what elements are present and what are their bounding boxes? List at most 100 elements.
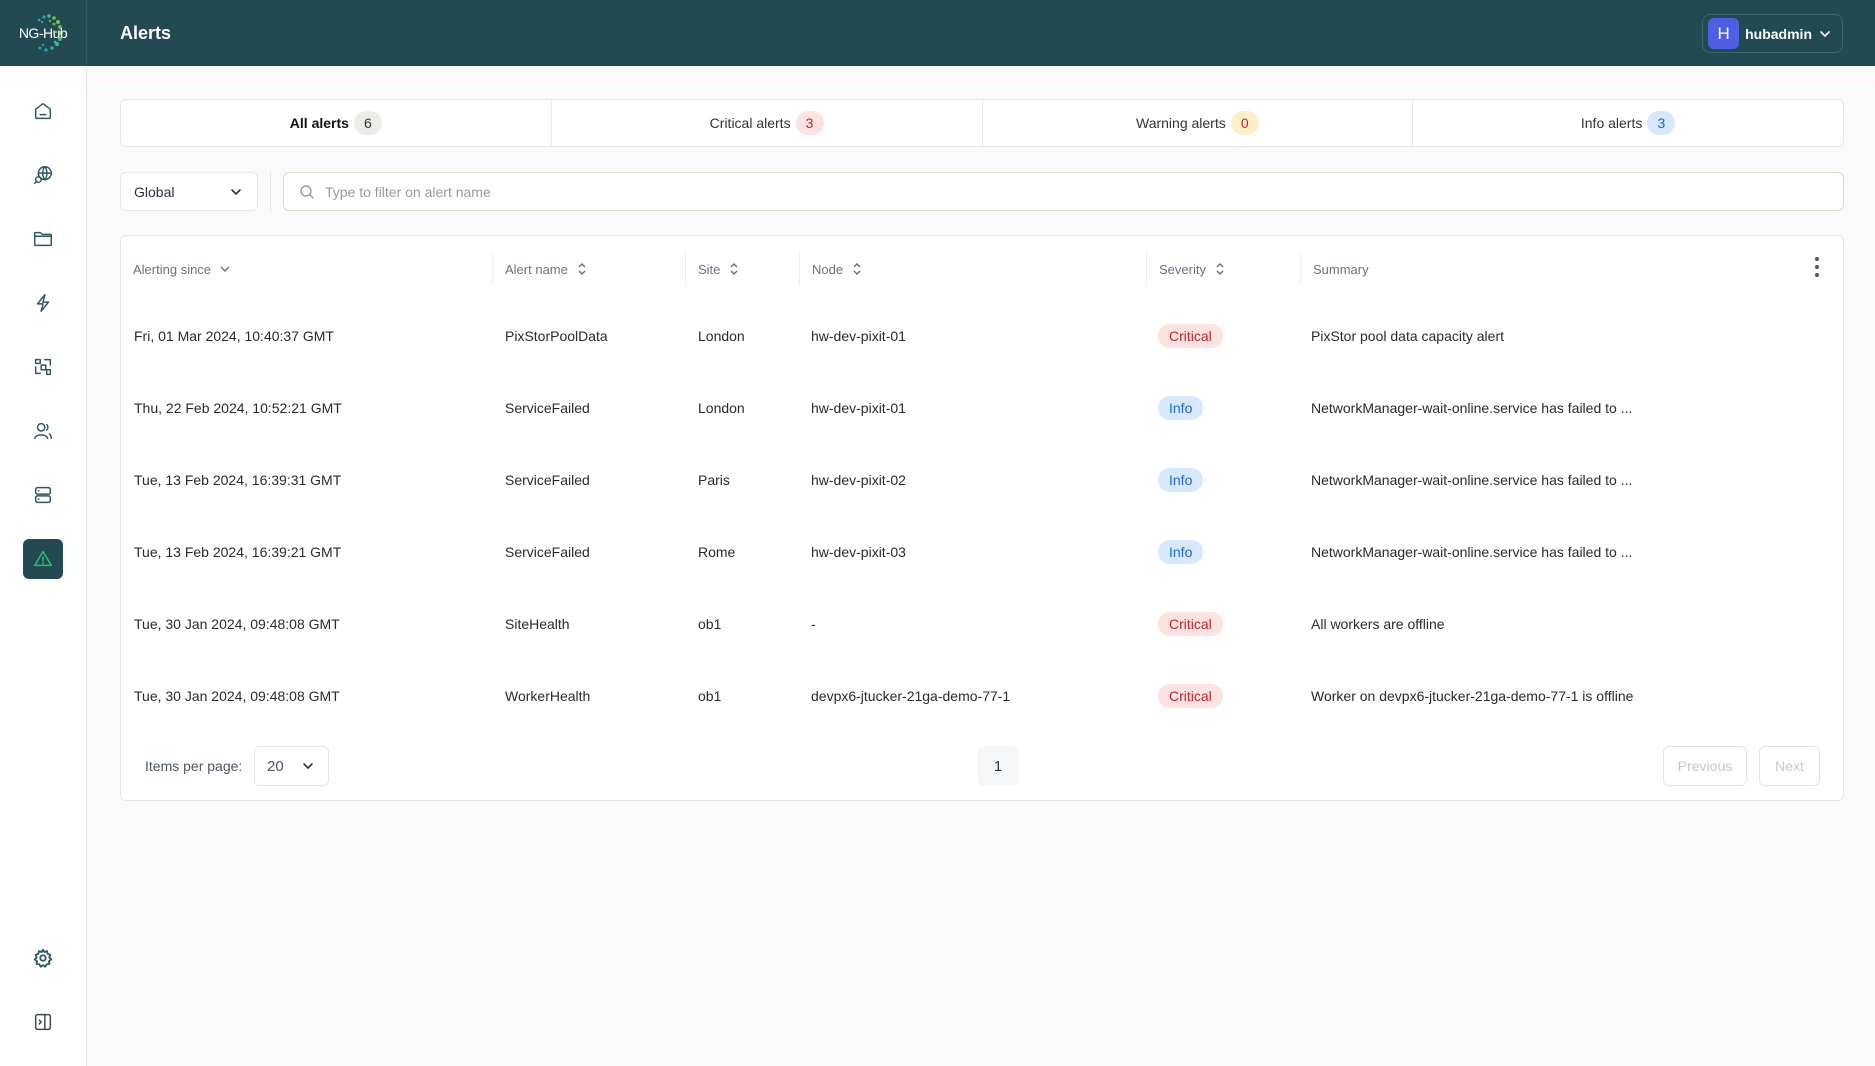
cell-site: ob1 <box>698 688 722 704</box>
server-icon <box>34 486 52 504</box>
alerts-table: Alerting since Alert name Site Node Seve… <box>120 235 1844 801</box>
avatar: H <box>1708 18 1740 49</box>
table-row[interactable]: Tue, 13 Feb 2024, 16:39:31 GMT ServiceFai… <box>121 444 1843 516</box>
column-alerting-since[interactable]: Alerting since <box>121 252 492 286</box>
sidebar-item-activity[interactable] <box>23 283 63 323</box>
table-row[interactable]: Tue, 30 Jan 2024, 09:48:08 GMT SiteHealth… <box>121 588 1843 660</box>
sort-desc-icon <box>220 266 230 273</box>
cell-alerting-since: Fri, 01 Mar 2024, 10:40:37 GMT <box>134 328 334 344</box>
cell-severity: Critical <box>1158 588 1223 660</box>
cell-severity: Critical <box>1158 300 1223 372</box>
cell-site: London <box>698 328 745 344</box>
table-options-kebab-icon[interactable] <box>1811 254 1823 280</box>
gear-icon <box>33 948 53 968</box>
cell-alerting-since: Tue, 30 Jan 2024, 09:48:08 GMT <box>134 688 340 704</box>
cell-alert-name: ServiceFailed <box>505 400 590 416</box>
cell-node: hw-dev-pixit-02 <box>811 472 906 488</box>
tab-label: Warning alerts <box>1136 115 1226 131</box>
scope-select[interactable]: Global <box>120 172 258 211</box>
home-icon <box>34 102 52 120</box>
column-alert-name[interactable]: Alert name <box>492 252 685 286</box>
table-row[interactable]: Fri, 01 Mar 2024, 10:40:37 GMT PixStorPoo… <box>121 300 1843 372</box>
column-label: Node <box>812 261 844 277</box>
sort-icon <box>578 262 586 276</box>
severity-badge: Critical <box>1158 612 1223 636</box>
page-title: Alerts <box>120 22 172 43</box>
previous-page-button[interactable]: Previous <box>1663 746 1747 786</box>
sidebar-item-nodes[interactable] <box>23 347 63 387</box>
cell-summary: PixStor pool data capacity alert <box>1311 328 1504 344</box>
alert-search-input[interactable] <box>325 183 1805 200</box>
sidebar-item-sites[interactable] <box>23 155 63 195</box>
cell-node: - <box>811 616 816 632</box>
items-per-page-value: 20 <box>267 757 284 775</box>
next-page-button[interactable]: Next <box>1759 746 1820 786</box>
cell-node: hw-dev-pixit-01 <box>811 400 906 416</box>
user-menu[interactable]: H hubadmin <box>1702 14 1843 53</box>
cell-site: Paris <box>698 472 730 488</box>
sort-icon <box>853 262 861 276</box>
chevron-down-icon <box>303 763 313 770</box>
page-number-button[interactable]: 1 <box>978 746 1018 786</box>
cell-alert-name: ServiceFailed <box>505 472 590 488</box>
chevron-down-icon <box>1820 30 1830 37</box>
chevron-down-icon <box>231 188 241 195</box>
sidebar-item-expand[interactable] <box>23 1002 63 1042</box>
search-icon <box>300 184 314 199</box>
top-header: NG-Hub Alerts H hubadmin <box>0 0 1875 66</box>
sidebar-item-settings[interactable] <box>23 938 63 978</box>
alert-search-field[interactable] <box>283 172 1844 211</box>
sidebar-item-storage[interactable] <box>23 475 63 515</box>
cell-summary: NetworkManager-wait-online.service has f… <box>1311 544 1633 560</box>
cell-site: ob1 <box>698 616 722 632</box>
column-site[interactable]: Site <box>685 252 799 286</box>
table-header: Alerting since Alert name Site Node Seve… <box>121 236 1843 300</box>
column-label: Site <box>698 261 721 277</box>
tab-info-alerts[interactable]: Info alerts 3 <box>1413 100 1843 146</box>
column-label: Summary <box>1313 261 1369 277</box>
filter-divider <box>270 172 271 211</box>
lightning-icon <box>36 294 50 312</box>
sort-icon <box>730 262 738 276</box>
cell-site: Rome <box>698 544 736 560</box>
cell-alerting-since: Tue, 13 Feb 2024, 16:39:31 GMT <box>134 472 342 488</box>
table-row[interactable]: Tue, 30 Jan 2024, 09:48:08 GMT WorkerHeal… <box>121 660 1843 732</box>
alert-triangle-icon <box>34 550 52 567</box>
sidebar-item-home[interactable] <box>23 91 63 131</box>
severity-badge: Critical <box>1158 684 1223 708</box>
sidebar-expand-icon <box>34 1013 52 1031</box>
table-row[interactable]: Tue, 13 Feb 2024, 16:39:21 GMT ServiceFai… <box>121 516 1843 588</box>
cell-summary: Worker on devpx6-jtucker-21ga-demo-77-1 … <box>1311 688 1634 704</box>
cell-summary: All workers are offline <box>1311 616 1445 632</box>
nodes-icon <box>34 358 52 376</box>
sidebar-item-alerts[interactable] <box>23 539 63 579</box>
tab-all-alerts[interactable]: All alerts 6 <box>121 100 552 146</box>
cell-summary: NetworkManager-wait-online.service has f… <box>1311 472 1633 488</box>
items-per-page-select[interactable]: 20 <box>254 746 329 786</box>
cell-alert-name: PixStorPoolData <box>505 328 608 344</box>
cell-alerting-since: Tue, 13 Feb 2024, 16:39:21 GMT <box>134 544 342 560</box>
globe-search-icon <box>34 166 52 184</box>
scope-value: Global <box>134 183 175 200</box>
cell-alert-name: SiteHealth <box>505 616 570 632</box>
severity-badge: Info <box>1158 540 1204 564</box>
cell-alert-name: ServiceFailed <box>505 544 590 560</box>
app-logo[interactable]: NG-Hub <box>0 0 87 66</box>
severity-badge: Critical <box>1158 324 1223 348</box>
sidebar-item-files[interactable] <box>23 219 63 259</box>
cell-node: hw-dev-pixit-03 <box>811 544 906 560</box>
cell-alerting-since: Tue, 30 Jan 2024, 09:48:08 GMT <box>134 616 340 632</box>
tab-critical-alerts[interactable]: Critical alerts 3 <box>552 100 983 146</box>
tab-label: Info alerts <box>1580 115 1643 131</box>
column-node[interactable]: Node <box>799 252 1146 286</box>
folder-icon <box>34 231 52 247</box>
tab-warning-alerts[interactable]: Warning alerts 0 <box>983 100 1414 146</box>
cell-alert-name: WorkerHealth <box>505 688 591 704</box>
column-severity[interactable]: Severity <box>1146 252 1300 286</box>
username: hubadmin <box>1745 25 1812 42</box>
sort-icon <box>1216 262 1224 276</box>
cell-site: London <box>698 400 745 416</box>
table-row[interactable]: Thu, 22 Feb 2024, 10:52:21 GMT ServiceFai… <box>121 372 1843 444</box>
severity-badge: Info <box>1158 468 1204 492</box>
sidebar-item-users[interactable] <box>23 411 63 451</box>
